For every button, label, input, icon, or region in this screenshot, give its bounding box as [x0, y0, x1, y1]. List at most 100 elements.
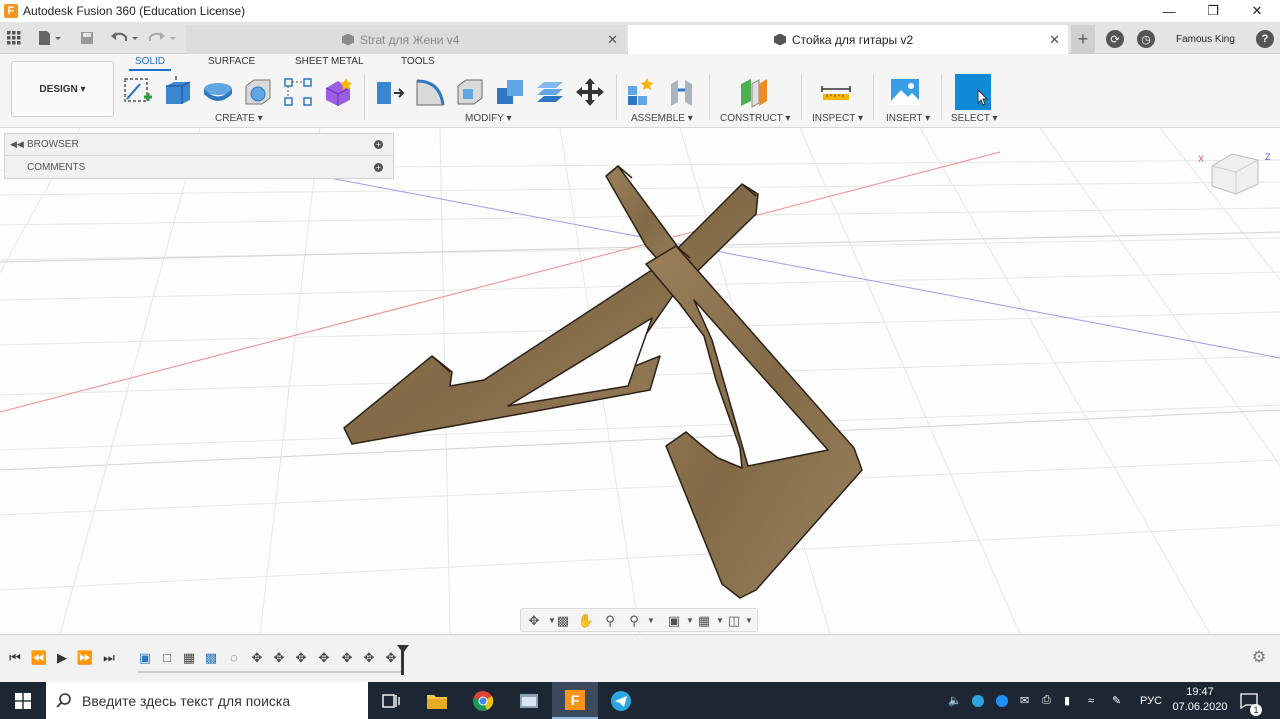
inspect-group-label[interactable]: INSPECT ▾	[812, 113, 863, 124]
comments-row[interactable]: COMMENTS +	[5, 156, 393, 178]
zoom-icon[interactable]: ⚲	[601, 612, 619, 630]
play-icon[interactable]: ▶	[53, 649, 71, 667]
timeline-move-icon[interactable]: ✥	[338, 649, 356, 667]
create-group-label[interactable]: CREATE ▾	[215, 113, 263, 124]
timeline-marker-head-icon[interactable]	[397, 645, 409, 653]
timeline-move-icon[interactable]: ✥	[292, 649, 310, 667]
undo-icon[interactable]	[110, 28, 140, 48]
taskbar-search-box[interactable]: Введите здесь текст для поиска	[46, 682, 368, 719]
telegram-tray-icon[interactable]	[972, 682, 984, 719]
task-view-icon[interactable]	[368, 682, 414, 719]
go-to-start-icon[interactable]: ⏮	[6, 649, 24, 667]
notifications-clock-icon[interactable]: ◷	[1137, 25, 1155, 53]
guitar-stand-model[interactable]	[343, 165, 863, 599]
tab-guitar-stand[interactable]: Стойка для гитары v2 ✕	[628, 25, 1068, 54]
start-button[interactable]	[0, 682, 46, 719]
press-pull-icon[interactable]	[374, 76, 406, 108]
save-icon[interactable]	[80, 28, 94, 48]
view-cube[interactable]: X Z	[1198, 152, 1271, 195]
language-indicator[interactable]: РУС	[1140, 682, 1162, 719]
pen-tray-icon[interactable]: ✎	[1112, 682, 1121, 719]
offset-plane-icon[interactable]	[737, 76, 769, 108]
select-group-label[interactable]: SELECT ▾	[951, 113, 998, 124]
timeline-move-icon[interactable]: ✥	[270, 649, 288, 667]
timeline-canvas-icon[interactable]: ▣	[136, 649, 154, 667]
offset-face-icon[interactable]	[534, 76, 566, 108]
fit-icon[interactable]: ⚲	[625, 612, 643, 630]
sync-tray-icon[interactable]	[996, 682, 1008, 719]
taskbar-clock[interactable]: 19:47 07.06.2020	[1168, 685, 1232, 715]
workspace-switcher-button[interactable]: DESIGN ▾	[11, 61, 114, 117]
tab-close-icon[interactable]: ✕	[607, 32, 618, 48]
comments-toggle-icon[interactable]: +	[374, 162, 383, 172]
viewport-canvas[interactable]: X Z	[0, 128, 1280, 634]
modify-group-label[interactable]: MODIFY ▾	[465, 113, 512, 124]
joint-icon[interactable]	[666, 76, 698, 108]
battery-tray-icon[interactable]: ▮	[1064, 682, 1070, 719]
create-sketch-icon[interactable]	[122, 76, 154, 108]
file-menu-icon[interactable]	[38, 28, 62, 48]
combine-icon[interactable]	[494, 76, 526, 108]
insert-group-label[interactable]: INSERT ▾	[886, 113, 930, 124]
minimize-button[interactable]: —	[1146, 0, 1192, 22]
revolve-icon[interactable]	[202, 76, 234, 108]
look-at-icon[interactable]: ▩	[554, 612, 572, 630]
app-window-icon[interactable]	[506, 682, 552, 719]
fit-dropdown-icon[interactable]: ▼	[642, 612, 660, 630]
job-status-icon[interactable]: ⟳	[1106, 25, 1124, 53]
collapse-arrows-icon[interactable]: ◀◀	[10, 139, 24, 150]
timeline-body-icon[interactable]: ▩	[202, 649, 220, 667]
insert-image-icon[interactable]	[889, 76, 921, 108]
pattern-icon[interactable]	[282, 76, 314, 108]
fillet-icon[interactable]	[414, 76, 446, 108]
data-panel-grid-icon[interactable]	[7, 28, 21, 48]
tab-solid[interactable]: SOLID	[128, 56, 172, 71]
timeline-extrude-icon[interactable]: ▦	[180, 649, 198, 667]
pan-hand-icon[interactable]: ✋	[577, 612, 595, 630]
tab-tools[interactable]: TOOLS	[401, 56, 435, 67]
browser-row[interactable]: ◀◀ BROWSER +	[5, 134, 393, 156]
help-icon[interactable]: ?	[1256, 25, 1274, 53]
close-window-button[interactable]: ✕	[1234, 0, 1280, 22]
step-forward-icon[interactable]: ⏩	[76, 649, 94, 667]
printer-tray-icon[interactable]: ⎙	[1042, 682, 1051, 719]
orbit-icon[interactable]: ✥	[525, 612, 543, 630]
new-component-icon[interactable]	[625, 76, 657, 108]
telegram-icon[interactable]	[598, 682, 644, 719]
timeline-joint-icon[interactable]: ◌	[225, 649, 243, 667]
chrome-icon[interactable]	[460, 682, 506, 719]
fusion-360-taskbar-icon[interactable]: F	[552, 682, 598, 719]
file-explorer-icon[interactable]	[414, 682, 460, 719]
tab-strat[interactable]: Strat для Жени v4 ✕	[186, 25, 626, 54]
step-back-icon[interactable]: ⏪	[30, 649, 48, 667]
extrude-icon[interactable]	[162, 76, 194, 108]
user-account-name[interactable]: Famous King	[1176, 25, 1235, 53]
tab-close-icon[interactable]: ✕	[1049, 32, 1060, 48]
redo-icon[interactable]	[148, 28, 178, 48]
tab-sheet-metal[interactable]: SHEET METAL	[295, 56, 364, 67]
timeline-sketch-icon[interactable]: □	[158, 649, 176, 667]
construct-group-label[interactable]: CONSTRUCT ▾	[720, 113, 790, 124]
browser-toggle-icon[interactable]: +	[374, 140, 383, 149]
timeline-move-icon[interactable]: ✥	[315, 649, 333, 667]
timeline-move-icon[interactable]: ✥	[248, 649, 266, 667]
chat-tray-icon[interactable]: ✉	[1020, 682, 1029, 719]
create-form-icon[interactable]	[322, 76, 354, 108]
move-copy-icon[interactable]	[574, 76, 606, 108]
assemble-group-label[interactable]: ASSEMBLE ▾	[631, 113, 693, 124]
volume-icon[interactable]: 🔈	[948, 682, 962, 719]
shell-icon[interactable]	[454, 76, 486, 108]
select-button[interactable]	[955, 74, 991, 110]
viewports-dropdown-icon[interactable]: ▼	[740, 612, 758, 630]
new-tab-plus-icon[interactable]: +	[1071, 25, 1095, 53]
timeline-move-icon[interactable]: ✥	[360, 649, 378, 667]
measure-icon[interactable]	[820, 76, 852, 108]
action-center-icon[interactable]: 1	[1240, 682, 1262, 719]
tab-surface[interactable]: SURFACE	[208, 56, 255, 67]
hole-icon[interactable]	[242, 76, 274, 108]
go-to-end-icon[interactable]: ⏭	[100, 649, 118, 667]
maximize-button[interactable]: ❐	[1190, 0, 1236, 22]
wifi-tray-icon[interactable]: ≈	[1088, 682, 1094, 719]
timeline-settings-gear-icon[interactable]: ⚙	[1250, 649, 1268, 667]
3d-viewport[interactable]: X Z	[0, 128, 1280, 634]
